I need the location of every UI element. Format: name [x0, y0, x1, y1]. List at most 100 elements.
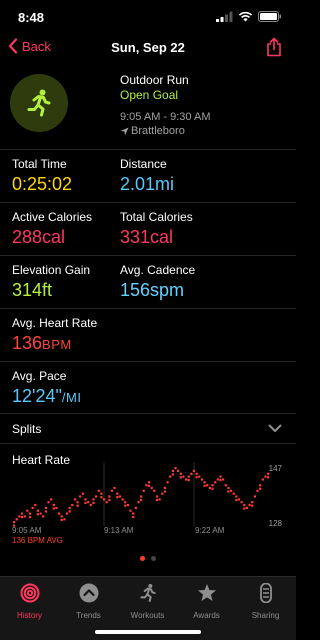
- time-label-start: 9:05 AM: [12, 526, 42, 535]
- share-button[interactable]: [266, 37, 282, 62]
- heart-rate-point: [230, 489, 233, 492]
- workout-location: Brattleboro: [120, 124, 211, 138]
- heart-rate-point: [267, 476, 270, 479]
- cadence-number: 156: [120, 280, 151, 300]
- heart-rate-point: [92, 501, 95, 504]
- heart-rate-point: [95, 495, 98, 498]
- heart-rate-point: [227, 490, 230, 493]
- heart-rate-point: [110, 489, 114, 492]
- heart-rate-point: [140, 498, 143, 502]
- metric-value: 288cal: [12, 226, 92, 248]
- heart-rate-section[interactable]: Heart Rate 147 128 9:05 AM 9:13 AM 9:22 …: [0, 444, 296, 574]
- elevation-number: 314: [12, 280, 43, 300]
- metric-label: Total Calories: [120, 210, 193, 224]
- heart-rate-point: [129, 509, 132, 512]
- page-title: Sun, Sep 22: [111, 40, 185, 55]
- heart-rate-point: [251, 504, 254, 507]
- total-calories-number: 331: [120, 227, 151, 247]
- heart-rate-point: [253, 495, 256, 498]
- heart-rate-point: [150, 486, 153, 490]
- metric-row-time-distance: Total Time 0:25:02 Distance 2.01mi: [0, 150, 296, 203]
- heart-rate-point: [235, 498, 238, 502]
- metric-row-pace: Avg. Pace 12'24"/MI: [0, 362, 296, 414]
- heart-rate-point: [155, 498, 159, 502]
- heart-rate-point: [200, 478, 204, 481]
- metric-active-calories: Active Calories 288cal: [12, 210, 92, 248]
- heart-rate-point: [105, 501, 108, 504]
- share-icon: [267, 37, 281, 57]
- workout-info: Outdoor Run Open Goal 9:05 AM - 9:30 AM …: [120, 73, 211, 138]
- heart-rate-point: [182, 475, 185, 478]
- heart-rate-point: [124, 501, 127, 504]
- battery-icon: [258, 11, 281, 22]
- heart-rate-point: [155, 495, 159, 498]
- heart-rate-point: [259, 487, 262, 490]
- metric-label: Avg. Pace: [12, 369, 67, 383]
- heart-rate-point: [28, 516, 32, 519]
- chart-points: [13, 467, 270, 527]
- heart-rate-point: [60, 518, 63, 521]
- metric-row-heart-rate: Avg. Heart Rate 136BPM: [0, 309, 296, 362]
- heart-rate-point: [97, 489, 100, 492]
- metric-row-elevation-cadence: Elevation Gain 314ft Avg. Cadence 156spm: [0, 256, 296, 309]
- heart-rate-point: [211, 484, 214, 487]
- heart-rate-point: [36, 513, 39, 516]
- heart-rate-point: [192, 469, 196, 472]
- heart-rate-point: [23, 515, 26, 518]
- splits-row[interactable]: Splits: [0, 414, 296, 444]
- workout-type: Outdoor Run: [120, 73, 189, 87]
- active-calories-number: 288: [12, 227, 43, 247]
- metric-value: 0:25:02: [12, 174, 73, 194]
- tab-label: Workouts: [130, 611, 165, 620]
- heart-rate-point: [161, 492, 164, 495]
- status-icons: [216, 11, 282, 22]
- heart-rate-point: [18, 515, 21, 518]
- heart-rate-point: [163, 486, 166, 490]
- heart-rate-point: [34, 503, 37, 507]
- heart-rate-point: [190, 472, 193, 475]
- metric-distance: Distance 2.01mi: [120, 157, 174, 195]
- page-dot: [151, 556, 156, 561]
- max-label: 147: [269, 464, 283, 473]
- heart-rate-point: [52, 507, 55, 510]
- tab-awards[interactable]: Awards: [177, 583, 236, 620]
- heart-rate-point: [259, 484, 262, 487]
- heart-rate-point: [113, 486, 116, 490]
- heart-rate-point: [87, 501, 90, 504]
- heart-rate-point: [121, 498, 124, 501]
- heart-rate-point: [76, 501, 79, 504]
- tab-label: Trends: [76, 611, 101, 620]
- heart-rate-point: [20, 512, 24, 515]
- distance-number: 2.01: [120, 174, 156, 194]
- heart-rate-point: [158, 498, 161, 501]
- tab-workouts[interactable]: Workouts: [118, 583, 177, 620]
- heart-rate-point: [108, 495, 111, 498]
- location-label: Brattleboro: [131, 125, 185, 137]
- heart-rate-point: [171, 473, 174, 476]
- tab-history[interactable]: History: [0, 583, 59, 620]
- workout-type-badge: [10, 74, 68, 132]
- heart-rate-point: [211, 487, 214, 490]
- tab-sharing[interactable]: Sharing: [236, 582, 295, 620]
- heart-rate-point: [26, 509, 29, 512]
- splits-label: Splits: [12, 422, 42, 436]
- metric-value: 12'24"/MI: [12, 385, 81, 409]
- home-indicator[interactable]: [95, 630, 201, 634]
- time-label-end: 9:22 AM: [195, 526, 225, 535]
- metric-total-calories: Total Calories 331cal: [120, 210, 193, 248]
- heart-rate-point: [60, 515, 63, 518]
- metric-label: Total Time: [12, 157, 67, 171]
- heart-rate-point: [132, 512, 135, 515]
- page-indicator[interactable]: [0, 556, 296, 561]
- heart-rate-point: [203, 481, 206, 484]
- tab-trends[interactable]: Trends: [59, 583, 118, 620]
- heart-rate-point: [28, 512, 32, 515]
- heart-rate-point: [108, 498, 111, 502]
- heart-rate-point: [251, 501, 254, 504]
- elevation-unit: ft: [42, 280, 53, 300]
- page-dot-active: [140, 556, 145, 561]
- metric-avg-cadence: Avg. Cadence 156spm: [120, 263, 195, 301]
- heart-rate-avg-label: 136 BPM AVG: [12, 536, 63, 545]
- metric-value: 314ft: [12, 279, 90, 301]
- total-calories-unit: cal: [150, 227, 174, 247]
